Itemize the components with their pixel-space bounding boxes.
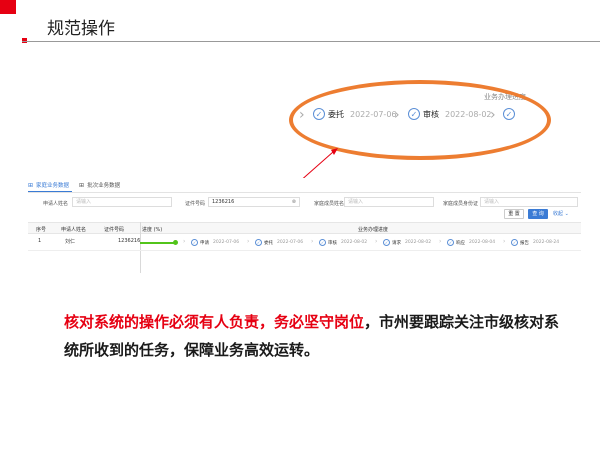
- process-step: ✓ 请求 2022-08-02: [383, 239, 432, 246]
- process-step: ✓ 报告 2022-08-24: [511, 239, 560, 246]
- progress-complete-dot: [173, 240, 178, 245]
- grid-icon: ⊞: [79, 181, 85, 189]
- check-circle-icon: ✓: [191, 239, 198, 246]
- chevron-right-icon: ›: [247, 238, 250, 245]
- id-number-label: 证件号码: [185, 201, 206, 207]
- id-number-input[interactable]: 1236216 ⊗: [208, 197, 300, 207]
- reset-button[interactable]: 重 置: [504, 209, 524, 219]
- check-circle-icon: ✓: [383, 239, 390, 246]
- chevron-right-icon: ›: [183, 238, 186, 245]
- check-circle-icon: ✓: [511, 239, 518, 246]
- column-divider: [140, 222, 141, 273]
- progress-fill: [140, 242, 174, 244]
- tab-family-data[interactable]: ⊞ 家庭业务数据: [28, 181, 69, 190]
- process-step: ✓ 审核 2022-08-02: [319, 239, 368, 246]
- search-button[interactable]: 查 询: [528, 209, 548, 219]
- family-id-input[interactable]: 请输入: [480, 197, 578, 207]
- chevron-right-icon: ›: [503, 238, 506, 245]
- caption: 核对系统的操作必须有人负责，务必坚守岗位，市州要跟踪关注市级核对系统所收到的任务…: [64, 308, 564, 364]
- process-step: ✓ 委托 2022-07-06: [255, 239, 304, 246]
- progress-bar: [140, 242, 174, 244]
- clear-icon[interactable]: ⊗: [292, 198, 296, 206]
- app-screenshot: ⊞ 家庭业务数据 ⊞ 批次业务数据 申请人姓名 请输入 证件号码 1236216…: [28, 178, 581, 273]
- chevron-right-icon: ›: [311, 238, 314, 245]
- family-name-label: 家庭成员姓名: [314, 201, 345, 207]
- process-step: ✓ 申请 2022-07-06: [191, 239, 240, 246]
- applicant-name-input[interactable]: 请输入: [72, 197, 172, 207]
- check-circle-icon: ✓: [255, 239, 262, 246]
- applicant-name-label: 申请人姓名: [43, 201, 69, 207]
- process-step: ✓ 响应 2022-08-04: [447, 239, 496, 246]
- grid-icon: ⊞: [28, 181, 34, 189]
- chevron-right-icon: ›: [375, 238, 378, 245]
- caption-highlight: 核对系统的操作必须有人负责，务必坚守岗位: [64, 313, 365, 331]
- family-name-input[interactable]: 请输入: [344, 197, 434, 207]
- collapse-toggle[interactable]: 收起 ⌄: [553, 209, 569, 219]
- row-divider: [28, 250, 581, 251]
- tab-batch-data[interactable]: ⊞ 批次业务数据: [79, 181, 120, 190]
- check-circle-icon: ✓: [319, 239, 326, 246]
- check-circle-icon: ✓: [447, 239, 454, 246]
- chevron-right-icon: ›: [439, 238, 442, 245]
- table-header: 序号 申请人姓名 证件号码 进度 (%) 业务办理进度: [28, 222, 581, 234]
- tabs-divider: [28, 192, 581, 193]
- tab-bar: ⊞ 家庭业务数据 ⊞ 批次业务数据: [28, 178, 130, 192]
- family-id-label: 家庭成员身份证: [443, 201, 479, 207]
